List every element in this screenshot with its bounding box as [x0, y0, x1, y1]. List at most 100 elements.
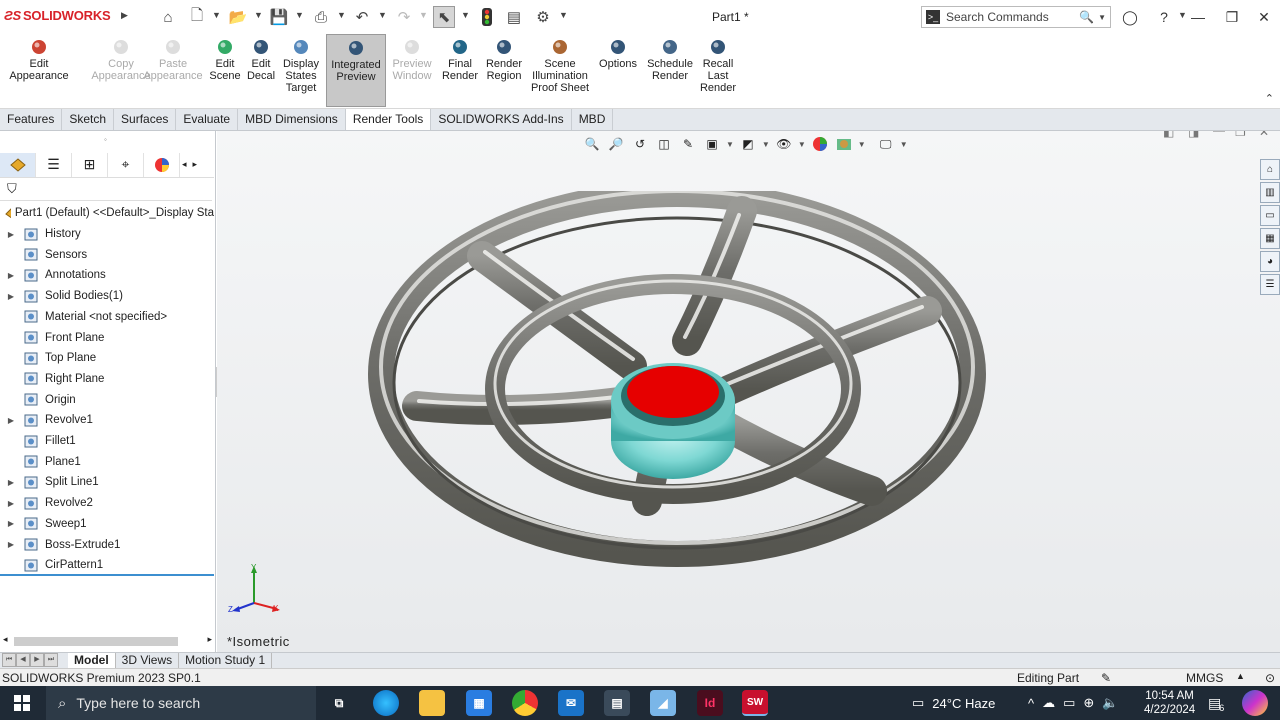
feature-manager-tab-icon[interactable] [0, 152, 36, 177]
property-manager-tab-icon[interactable]: ☰ [36, 152, 72, 177]
graphics-area[interactable]: ◧ ◨ — ❐ ✕ 🔍 🔎 ↺ ◫ ✎ ▣ ▼ ◩ ▼ 👁 ▼ ▼ 🖵 ▼ ⌂ … [217, 131, 1280, 652]
copy-appearance-button[interactable]: Copy Appearance [91, 38, 151, 82]
last-tab-icon[interactable]: ⏭ [44, 653, 58, 667]
tab-scroll-left-icon[interactable]: ◂ [182, 159, 187, 170]
tree-item[interactable]: ▶ Annotations [0, 265, 212, 285]
tree-item[interactable]: ▶ History [0, 224, 212, 244]
language-icon[interactable]: ⊕ [1083, 695, 1094, 711]
tab-surfaces[interactable]: Surfaces [114, 109, 177, 130]
zoom-to-area-icon[interactable]: 🔎 [606, 135, 626, 153]
chevron-down-icon[interactable]: ▼ [798, 140, 806, 149]
unit-system[interactable]: MMGS [1186, 671, 1223, 685]
chevron-down-icon[interactable]: ▼ [419, 10, 428, 20]
minimize-button[interactable]: — [1184, 6, 1212, 28]
collapse-ribbon-icon[interactable]: ⌃ [1265, 92, 1274, 105]
show-hidden-icons-icon[interactable]: ^ [1028, 696, 1034, 711]
previous-view-icon[interactable]: ↺ [630, 135, 650, 153]
windows-start-icon[interactable] [0, 686, 44, 720]
display-manager-tab-icon[interactable] [144, 152, 180, 177]
open-icon[interactable]: 📂 [227, 6, 249, 28]
design-library-icon[interactable]: ▥ [1260, 182, 1280, 203]
tree-item[interactable]: Fillet1 [0, 431, 212, 451]
tree-item[interactable]: Top Plane [0, 348, 212, 368]
tile-left-icon[interactable]: ◧ [1163, 131, 1174, 139]
notes-app-icon[interactable]: ◢ [650, 690, 676, 716]
notification-center[interactable]: ▤ 6 [1208, 686, 1224, 720]
redo-icon[interactable]: ↷ [393, 6, 415, 28]
tree-item[interactable]: Right Plane [0, 369, 212, 389]
display-states-target-button[interactable]: Display States Target [283, 38, 319, 94]
recall-last-render-button[interactable]: Recall Last Render [700, 38, 736, 94]
user-account-icon[interactable]: ◯ [1116, 6, 1144, 28]
custom-properties-icon[interactable]: ☰ [1260, 274, 1280, 295]
search-input[interactable]: Search Commands [946, 10, 1079, 24]
next-tab-icon[interactable]: ▶ [30, 653, 44, 667]
bottom-tab-model[interactable]: Model [68, 653, 116, 668]
dynamic-annotation-icon[interactable]: ✎ [678, 135, 698, 153]
status-help-icon[interactable]: ⊙ [1265, 671, 1275, 685]
solidworks-resources-icon[interactable]: ⌂ [1260, 159, 1280, 180]
viewport-restore-icon[interactable]: ❐ [1235, 131, 1246, 139]
mail-icon[interactable]: ✉ [558, 690, 584, 716]
rebuild-status-icon[interactable]: ✎ [1101, 671, 1111, 685]
expand-arrow-icon[interactable]: ▶ [0, 271, 22, 280]
chevron-down-icon[interactable]: ▼ [461, 10, 470, 20]
rollback-bar[interactable] [0, 574, 214, 576]
tab-render-tools[interactable]: Render Tools [345, 109, 432, 130]
chevron-down-icon[interactable]: ▼ [900, 140, 908, 149]
options-button[interactable]: Options [598, 38, 638, 70]
select-pointer-icon[interactable]: ⬉ [433, 6, 455, 28]
network-icon[interactable]: ▭ [1063, 695, 1075, 711]
restore-button[interactable]: ❐ [1218, 6, 1246, 28]
chrome-browser-icon[interactable] [512, 690, 538, 716]
tree-item[interactable]: Front Plane [0, 328, 212, 348]
view-settings-icon[interactable]: 🖵 [876, 135, 896, 153]
search-icon[interactable]: 🔍 [1079, 10, 1094, 24]
gear-icon[interactable]: ⚙ [532, 6, 554, 28]
tab-features[interactable]: Features [0, 109, 63, 130]
dimxpert-manager-tab-icon[interactable]: ⌖ [108, 152, 144, 177]
tree-item[interactable]: Material <not specified> [0, 307, 212, 327]
microsoft-store-icon[interactable]: ▦ [466, 690, 492, 716]
schedule-render-button[interactable]: Schedule Render [647, 38, 693, 82]
scroll-right-icon[interactable]: ▸ [207, 634, 212, 645]
undo-icon[interactable]: ↶ [351, 6, 373, 28]
first-tab-icon[interactable]: ⏮ [2, 653, 16, 667]
view-palette-icon[interactable]: ▦ [1260, 228, 1280, 249]
tree-item[interactable]: ▶ Split Line1 [0, 472, 212, 492]
calculator-icon[interactable]: ▤ [604, 690, 630, 716]
tree-root-part[interactable]: Part1 (Default) <<Default>_Display Sta [4, 205, 214, 221]
copilot-icon[interactable] [1242, 690, 1268, 716]
edit-scene-button[interactable]: Edit Scene [209, 38, 241, 82]
tab-scroll-right-icon[interactable]: ▸ [193, 159, 198, 170]
tree-item[interactable]: ▶ Boss-Extrude1 [0, 535, 212, 555]
scroll-left-icon[interactable]: ◂ [3, 634, 8, 645]
chevron-down-icon[interactable]: ▼ [762, 140, 770, 149]
tab-evaluate[interactable]: Evaluate [176, 109, 239, 130]
display-style-icon[interactable]: ◩ [738, 135, 758, 153]
edit-appearance-button[interactable]: Edit Appearance [9, 38, 69, 82]
prev-tab-icon[interactable]: ◀ [16, 653, 30, 667]
zoom-to-fit-icon[interactable]: 🔍 [582, 135, 602, 153]
file-explorer-icon[interactable] [419, 690, 445, 716]
chevron-down-icon[interactable]: ▼ [212, 10, 221, 20]
filter-icon[interactable]: ⛉ [7, 181, 17, 197]
panel-grip-icon[interactable]: ◦ [104, 135, 107, 144]
configuration-manager-tab-icon[interactable]: ⊞ [72, 152, 108, 177]
bottom-tab-motion-study-1[interactable]: Motion Study 1 [179, 653, 273, 668]
volume-icon[interactable]: 🔈 [1102, 695, 1118, 711]
tree-item[interactable]: ▶ Revolve1 [0, 410, 212, 430]
expand-arrow-icon[interactable]: ▶ [0, 292, 22, 301]
expand-arrow-icon[interactable]: ▶ [0, 416, 22, 425]
tab-solidworks-add-ins[interactable]: SOLIDWORKS Add-Ins [431, 109, 572, 130]
chevron-down-icon[interactable]: ▼ [254, 10, 263, 20]
help-icon[interactable]: ? [1150, 6, 1178, 28]
save-icon[interactable]: 💾 [268, 6, 290, 28]
chevron-down-icon[interactable]: ▼ [378, 10, 387, 20]
onedrive-icon[interactable]: ☁ [1042, 695, 1055, 711]
bottom-tab-3d-views[interactable]: 3D Views [116, 653, 180, 668]
solidworks-logo[interactable]: ƧS SOLIDWORKS [4, 8, 111, 23]
menu-expand-icon[interactable]: ▶ [121, 10, 128, 21]
final-render-button[interactable]: Final Render [442, 38, 478, 82]
file-properties-icon[interactable]: ▤ [503, 6, 525, 28]
